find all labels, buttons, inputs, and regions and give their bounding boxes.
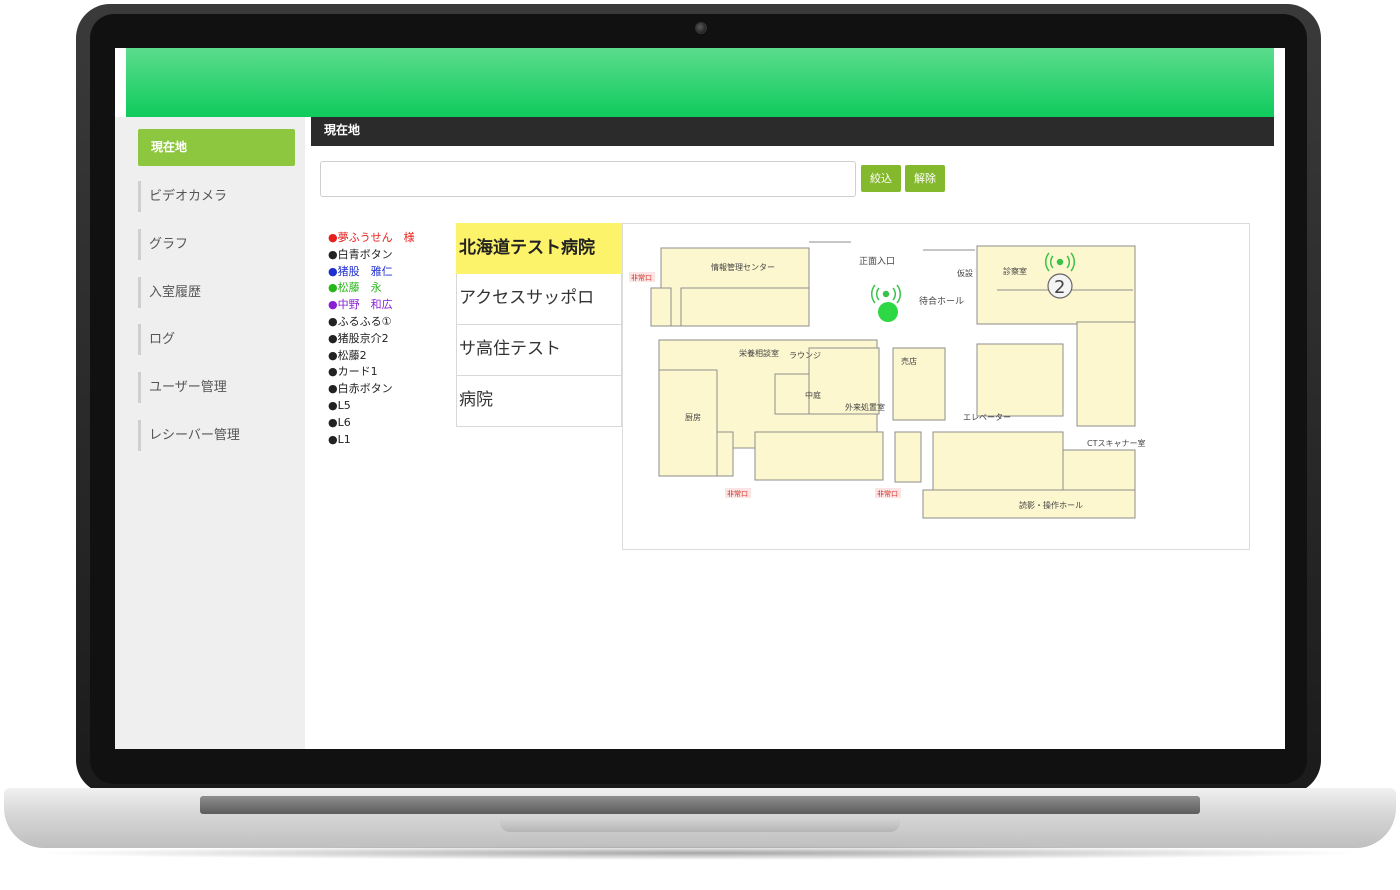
- legend-item[interactable]: ●白赤ボタン: [328, 381, 415, 398]
- sidebar-item-log[interactable]: ログ: [138, 324, 295, 355]
- legend-item[interactable]: ●中野 和広: [328, 297, 415, 314]
- legend-item[interactable]: ●白青ボタン: [328, 247, 415, 264]
- filter-button[interactable]: 絞込: [861, 165, 901, 192]
- emergency-exit-label: 非常口: [727, 489, 748, 498]
- emergency-exit-label: 非常口: [877, 489, 898, 498]
- map-label-courtyard: 中庭: [805, 390, 821, 400]
- page-title: 現在地: [311, 117, 1274, 146]
- map-label-waiting-hall: 待合ホール: [919, 295, 964, 307]
- sidebar-item-video-camera[interactable]: ビデオカメラ: [138, 181, 295, 212]
- main-content: 現在地 絞込 解除 ●夢ふうせん 様 ●白青ボタン ●猪股 雅仁 ●松藤 永 ●…: [311, 117, 1274, 749]
- person-location-marker[interactable]: [878, 302, 898, 322]
- sidebar-item-graph[interactable]: グラフ: [138, 229, 295, 260]
- legend-item[interactable]: ●L6: [328, 415, 415, 432]
- tab-hokkaido-test-hospital[interactable]: 北海道テスト病院: [456, 223, 622, 274]
- facility-tabs: 北海道テスト病院 アクセスサッポロ サ高住テスト 病院: [456, 223, 622, 427]
- map-label-entrance: 正面入口: [859, 256, 895, 267]
- legend-item[interactable]: ●夢ふうせん 様: [328, 230, 415, 247]
- map-label-nutrition: 栄養相談室: [739, 348, 779, 358]
- person-legend: ●夢ふうせん 様 ●白青ボタン ●猪股 雅仁 ●松藤 永 ●中野 和広 ●ふるふ…: [328, 230, 415, 448]
- map-label-tower: 仮設: [957, 268, 973, 278]
- map-label-elevator: エレベーター: [963, 413, 1011, 422]
- app-topbar: [126, 48, 1274, 117]
- legend-item[interactable]: ●猪股京介2: [328, 331, 415, 348]
- search-input[interactable]: [320, 161, 856, 197]
- sidebar-item-user-management[interactable]: ユーザー管理: [138, 372, 295, 403]
- legend-item[interactable]: ●猪股 雅仁: [328, 264, 415, 281]
- map-label-outpatient: 外来処置室: [845, 402, 885, 412]
- emergency-exit-label: 非常口: [631, 273, 652, 282]
- legend-item[interactable]: ●ふるふる①: [328, 314, 415, 331]
- tab-sakoju-test[interactable]: サ高住テスト: [456, 325, 622, 376]
- map-label-info-center: 情報管理センター: [711, 262, 775, 272]
- map-label-kitchen: 厨房: [685, 412, 701, 422]
- tab-hospital[interactable]: 病院: [456, 376, 622, 427]
- map-label-exam-hall: 読影・操作ホール: [1019, 500, 1083, 510]
- map-label-ct: CTスキャナー室: [1087, 438, 1145, 448]
- legend-item[interactable]: ●松藤2: [328, 348, 415, 365]
- sidebar: 現在地 ビデオカメラ グラフ 入室履歴 ログ ユーザー管理 レシーバー管理: [115, 117, 305, 749]
- legend-item[interactable]: ●松藤 永: [328, 280, 415, 297]
- app-screen: 現在地 ビデオカメラ グラフ 入室履歴 ログ ユーザー管理 レシーバー管理 現在…: [115, 48, 1285, 749]
- map-label-consultation: 診察室: [1003, 266, 1027, 276]
- receiver-number: 2: [1054, 277, 1065, 298]
- tab-access-sapporo[interactable]: アクセスサッポロ: [456, 274, 622, 325]
- map-label-shop: 売店: [901, 356, 917, 366]
- floor-map-panel[interactable]: 正面入口 待合ホール 情報管理センター 診察室 中庭 ラウンジ 栄養相談室 厨房…: [622, 223, 1250, 550]
- legend-item[interactable]: ●L5: [328, 398, 415, 415]
- sidebar-item-entry-history[interactable]: 入室履歴: [138, 277, 295, 308]
- legend-item[interactable]: ●カード1: [328, 364, 415, 381]
- receiver-number-badge[interactable]: 2: [1047, 273, 1073, 299]
- trackpad-notch: [500, 818, 900, 832]
- legend-item[interactable]: ●L1: [328, 432, 415, 449]
- map-label-lounge: ラウンジ: [789, 351, 821, 360]
- sidebar-item-receiver-management[interactable]: レシーバー管理: [138, 420, 295, 451]
- webcam: [695, 22, 707, 34]
- clear-button[interactable]: 解除: [905, 165, 945, 192]
- sidebar-item-current-location[interactable]: 現在地: [138, 129, 295, 166]
- floor-map[interactable]: 正面入口 待合ホール 情報管理センター 診察室 中庭 ラウンジ 栄養相談室 厨房…: [623, 224, 1249, 549]
- keyboard-edge: [200, 796, 1200, 814]
- receiver-signal-icon: [871, 284, 901, 304]
- laptop-shadow: [30, 846, 1370, 860]
